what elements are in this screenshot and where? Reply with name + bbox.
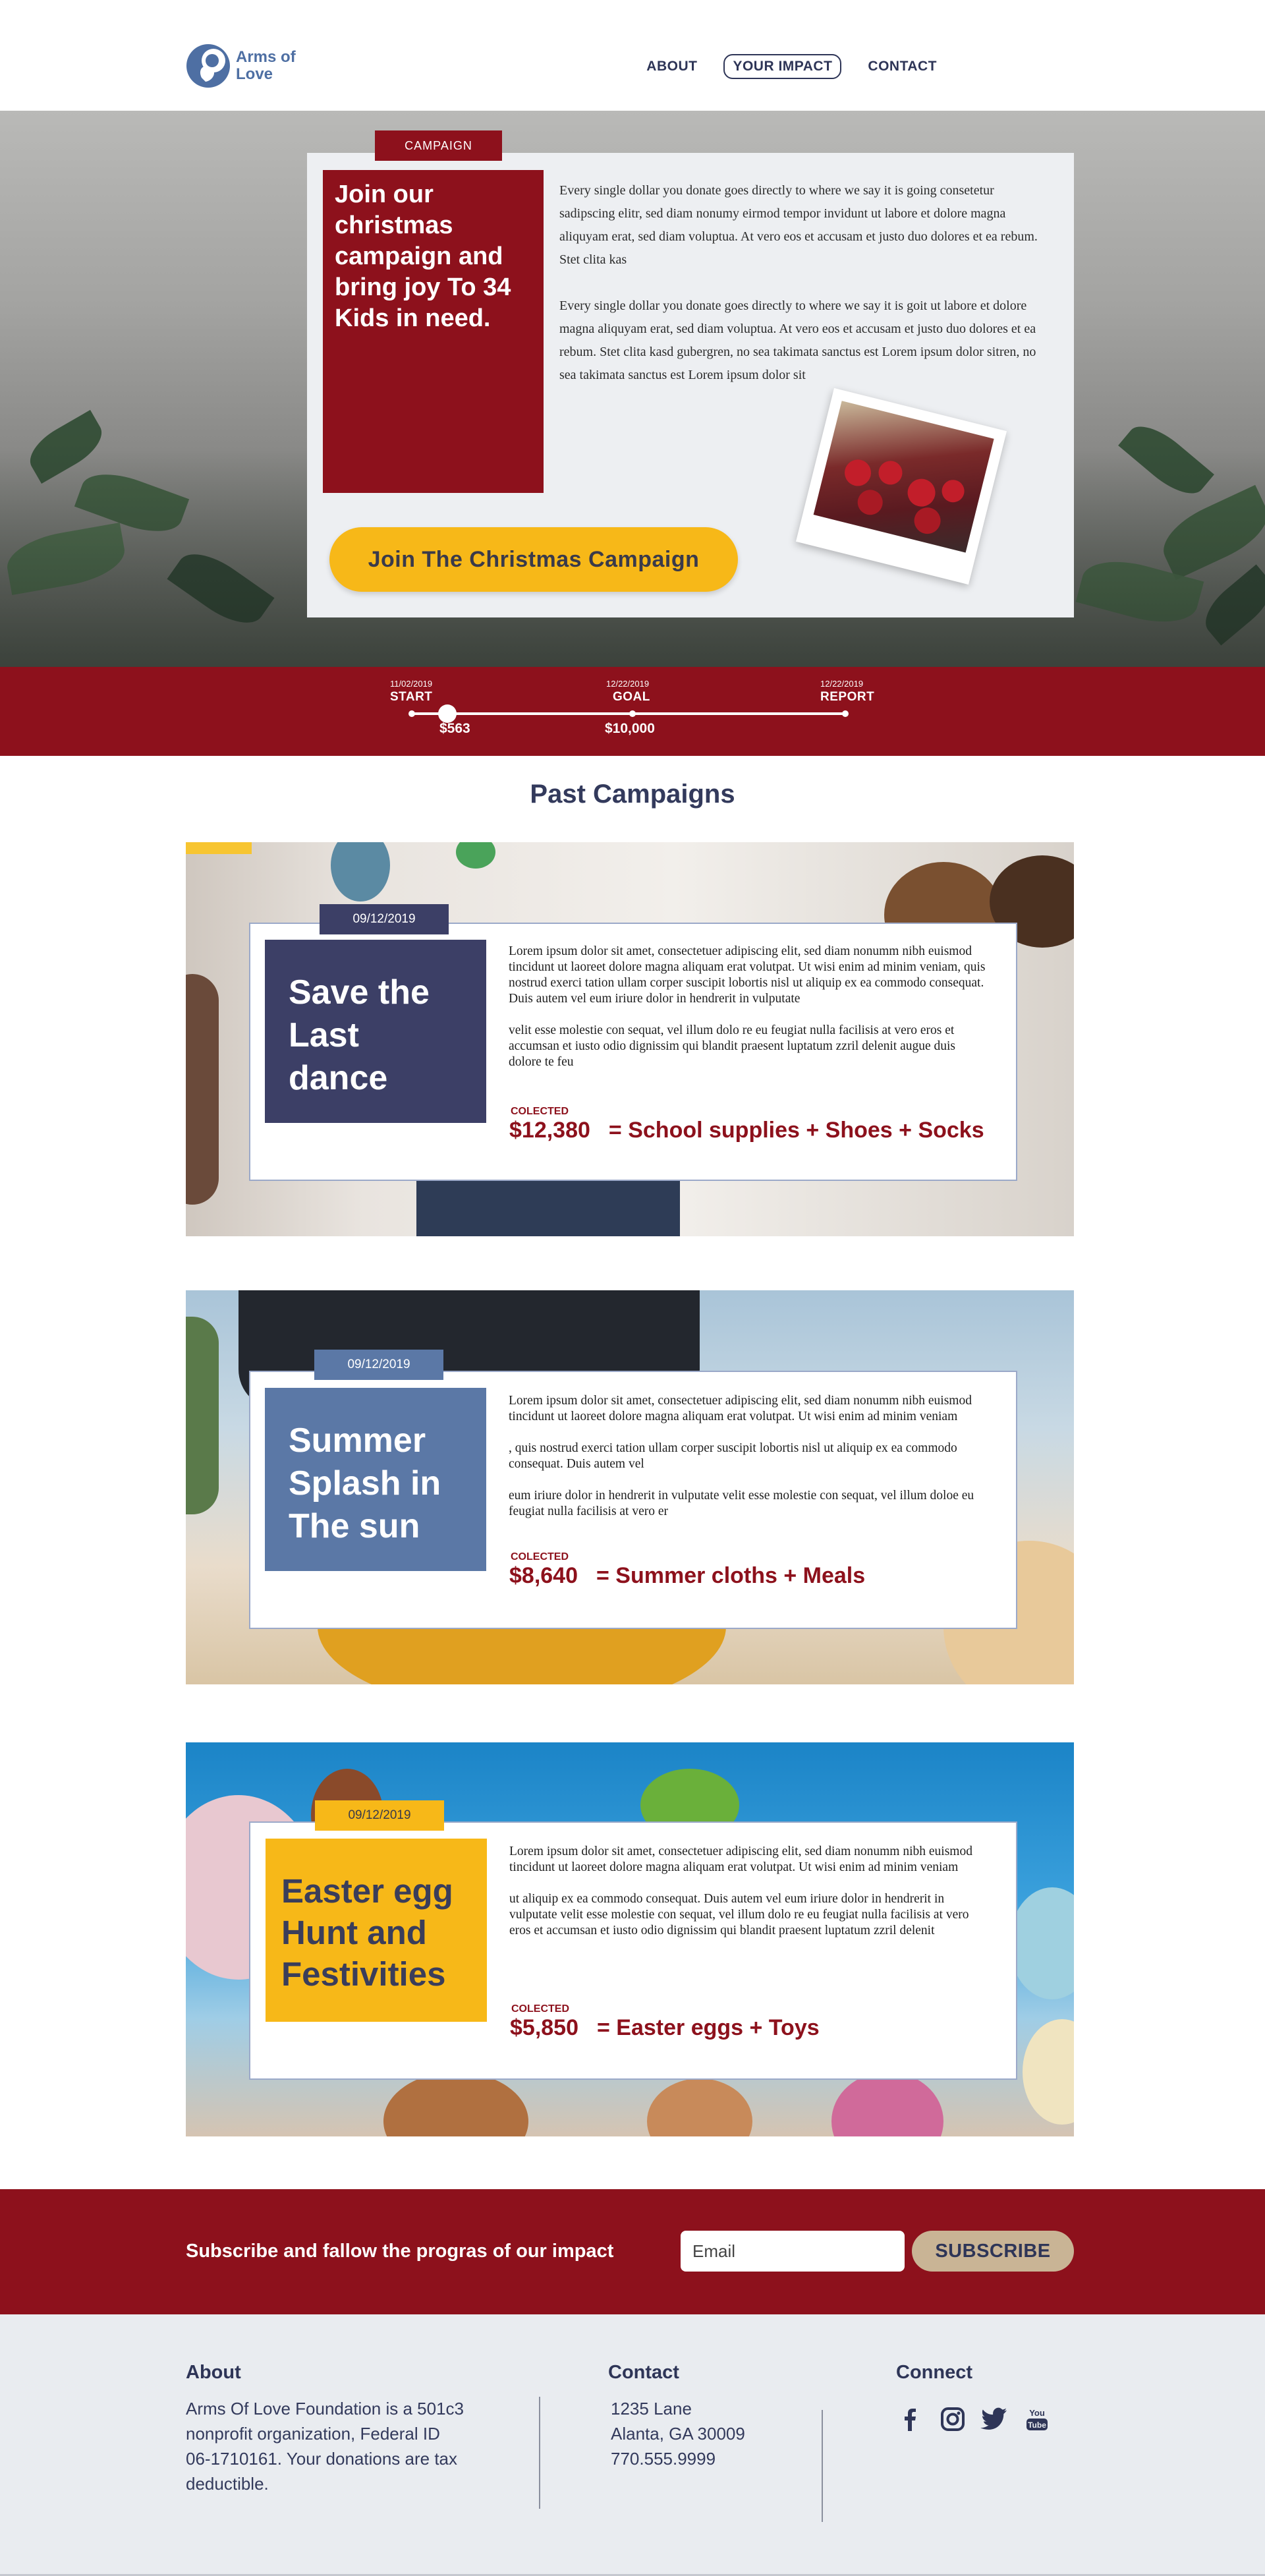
collected-summary: $12,380 = School supplies + Shoes + Socks xyxy=(509,1118,984,1143)
children-group-photo xyxy=(813,401,994,553)
footer-contact-text: 1235 Lane Alanta, GA 30009 770.555.9999 xyxy=(611,2396,745,2471)
campaign-paragraph: ut aliquip ex ea commodo consequat. Duis… xyxy=(509,1892,969,1937)
milestone-label: GOAL xyxy=(613,690,650,704)
site-header: Arms of Love ABOUT YOUR IMPACT CONTACT xyxy=(0,0,1265,111)
campaign-date: 09/12/2019 xyxy=(314,1350,443,1380)
past-campaigns-heading: Past Campaigns xyxy=(530,780,735,809)
hero-description: Every single dollar you donate goes dire… xyxy=(559,179,1047,387)
milestone-date: 12/22/2019 xyxy=(820,679,864,689)
collected-result: = Easter eggs + Toys xyxy=(597,2015,820,2040)
campaign-date: 09/12/2019 xyxy=(320,904,449,934)
subscribe-button[interactable]: SUBSCRIBE xyxy=(912,2231,1074,2272)
campaign-title: Save the Last dance xyxy=(289,973,430,1097)
footer-divider xyxy=(822,2410,823,2522)
campaign-paragraph: Lorem ipsum dolor sit amet, consectetuer… xyxy=(509,944,986,1006)
campaign-description: Lorem ipsum dolor sit amet, consectetuer… xyxy=(509,1844,988,1939)
footer-phone-line: 770.555.9999 xyxy=(611,2449,716,2469)
hero-paragraph: Every single dollar you donate goes dire… xyxy=(559,183,1038,267)
logo-text: Arms of Love xyxy=(236,48,296,83)
logo-mark-icon xyxy=(186,44,230,88)
nav-contact[interactable]: CONTACT xyxy=(860,55,945,78)
progress-tick-goal xyxy=(629,710,636,717)
site-footer: About Arms Of Love Foundation is a 501c3… xyxy=(0,2314,1265,2576)
main-nav: ABOUT YOUR IMPACT CONTACT xyxy=(638,54,945,79)
progress-knob xyxy=(437,704,457,723)
campaign-description: Lorem ipsum dolor sit amet, consectetuer… xyxy=(509,944,987,1070)
milestone-report: 12/22/2019 REPORT xyxy=(820,679,874,704)
collected-result: = Summer cloths + Meals xyxy=(596,1563,866,1588)
collected-result: = School supplies + Shoes + Socks xyxy=(608,1118,984,1143)
campaign-content: 09/12/2019 Easter egg Hunt and Festiviti… xyxy=(186,1742,1074,2136)
svg-text:You: You xyxy=(1029,2408,1045,2418)
progress-track xyxy=(411,712,846,715)
logo[interactable]: Arms of Love xyxy=(184,41,308,91)
footer-about-line: deductible. xyxy=(186,2474,269,2494)
campaign-paragraph: Lorem ipsum dolor sit amet, consectetuer… xyxy=(509,1845,972,1874)
collected-amount: $5,850 xyxy=(510,2015,578,2040)
campaign-title-box: Easter egg Hunt and Festivities xyxy=(266,1839,487,2022)
campaign-paragraph: , quis nostrud exerci tation ullam corpe… xyxy=(509,1441,957,1471)
hero-title-box: Join our christmas campaign and bring jo… xyxy=(323,170,544,493)
campaign-title-box: Save the Last dance xyxy=(265,940,486,1123)
campaign-paragraph: Lorem ipsum dolor sit amet, consectetuer… xyxy=(509,1394,972,1423)
hero-paragraph: Every single dollar you donate goes dire… xyxy=(559,299,1036,382)
instagram-icon[interactable] xyxy=(938,2405,967,2434)
campaign-content: 09/12/2019 Summer Splash in The sun Lore… xyxy=(186,1290,1074,1684)
collected-summary: $5,850 = Easter eggs + Toys xyxy=(510,2015,820,2041)
goal-amount: $10,000 xyxy=(605,721,655,736)
progress-tick-report xyxy=(842,710,849,717)
facebook-icon[interactable] xyxy=(896,2405,925,2434)
collected-label: COLECTED xyxy=(511,2003,569,2015)
subscribe-text: Subscribe and fallow the progras of our … xyxy=(186,2241,614,2262)
campaign-description: Lorem ipsum dolor sit amet, consectetuer… xyxy=(509,1393,987,1520)
collected-amount: $12,380 xyxy=(509,1118,590,1143)
campaign-paragraph: eum iriure dolor in hendrerit in vulputa… xyxy=(509,1489,974,1518)
footer-about-line: 06-1710161. Your donations are tax xyxy=(186,2449,458,2469)
milestone-date: 11/02/2019 xyxy=(390,679,433,689)
campaign-paragraph: velit esse molestie con sequat, vel illu… xyxy=(509,1023,956,1069)
collected-label: COLECTED xyxy=(511,1551,569,1562)
footer-about-text: Arms Of Love Foundation is a 501c3 nonpr… xyxy=(186,2396,464,2496)
milestone-goal: 12/22/2019 GOAL xyxy=(606,679,650,704)
milestone-label: START xyxy=(390,690,433,704)
hero-title: Join our christmas campaign and bring jo… xyxy=(335,181,511,332)
join-campaign-button[interactable]: Join The Christmas Campaign xyxy=(329,527,738,592)
footer-divider xyxy=(539,2397,540,2509)
milestone-start: 11/02/2019 START xyxy=(390,679,432,704)
campaign-content: 09/12/2019 Save the Last dance Lorem ips… xyxy=(186,842,1074,1236)
twitter-icon[interactable] xyxy=(980,2405,1009,2434)
footer-city-line: Alanta, GA 30009 xyxy=(611,2424,745,2444)
campaign-title: Summer Splash in The sun xyxy=(289,1421,441,1545)
footer-about-line: Arms Of Love Foundation is a 501c3 xyxy=(186,2399,464,2419)
email-input[interactable] xyxy=(681,2231,905,2272)
raised-amount: $563 xyxy=(439,721,470,736)
nav-about[interactable]: ABOUT xyxy=(638,55,705,78)
footer-about-line: nonprofit organization, Federal ID xyxy=(186,2424,440,2444)
footer-connect-heading: Connect xyxy=(896,2362,972,2383)
footer-contact-heading: Contact xyxy=(608,2362,679,2383)
collected-summary: $8,640 = Summer cloths + Meals xyxy=(509,1563,865,1589)
footer-address-line: 1235 Lane xyxy=(611,2399,692,2419)
milestone-label: REPORT xyxy=(820,690,875,704)
nav-your-impact[interactable]: YOUR IMPACT xyxy=(723,54,842,79)
campaign-title: Easter egg Hunt and Festivities xyxy=(281,1872,453,1993)
campaign-tag: CAMPAIGN xyxy=(375,130,502,161)
progress-tick-start xyxy=(408,710,415,717)
subscribe-section: Subscribe and fallow the progras of our … xyxy=(0,2189,1265,2314)
milestone-date: 12/22/2019 xyxy=(606,679,650,689)
collected-label: COLECTED xyxy=(511,1106,569,1117)
campaign-date: 09/12/2019 xyxy=(315,1800,444,1831)
campaign-title-box: Summer Splash in The sun xyxy=(265,1388,486,1571)
svg-text:Tube: Tube xyxy=(1028,2420,1046,2430)
collected-amount: $8,640 xyxy=(509,1563,578,1588)
footer-about-heading: About xyxy=(186,2362,241,2383)
youtube-icon[interactable]: You Tube xyxy=(1023,2405,1052,2434)
social-links: You Tube xyxy=(896,2405,1052,2434)
